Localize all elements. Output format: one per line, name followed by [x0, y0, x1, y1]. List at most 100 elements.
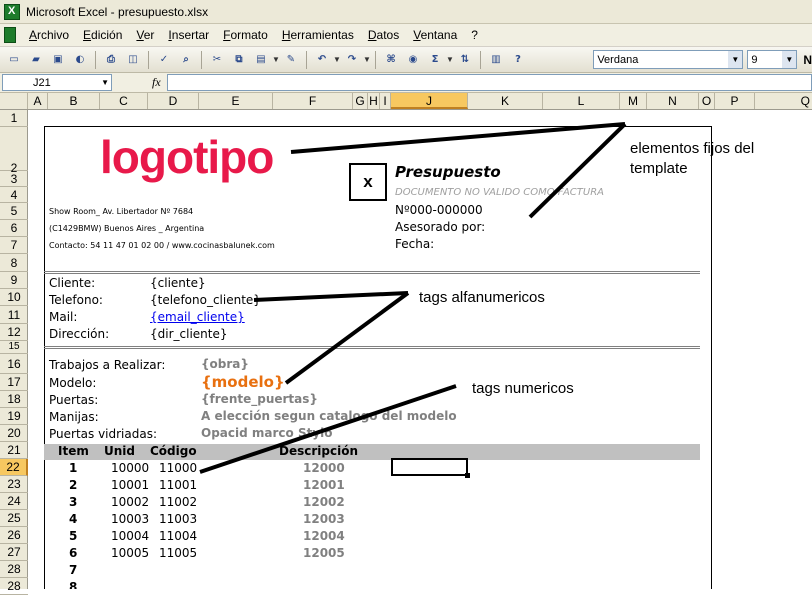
menu-datos[interactable]: Datos [361, 28, 406, 42]
row-header[interactable]: 4 [0, 187, 28, 203]
font-size-value: 9 [751, 53, 758, 66]
column-header[interactable]: C [100, 93, 148, 109]
row-headers: 1 2 3 4 5 6 7 8 9 10 11 12 15 16 17 18 1… [0, 110, 28, 595]
row-header[interactable]: 18 [0, 391, 28, 408]
column-header[interactable]: E [199, 93, 273, 109]
toolbar-separator [480, 50, 481, 69]
row-header[interactable]: 2 [0, 127, 28, 175]
globe-icon[interactable]: ◉ [404, 51, 422, 69]
menu-herramientas[interactable]: Herramientas [275, 28, 361, 42]
menu-ayuda[interactable]: ? [464, 28, 485, 42]
font-size-select[interactable]: 9 ▼ [747, 50, 798, 69]
print-preview-icon[interactable]: ◫ [124, 51, 142, 69]
column-header[interactable]: Q [755, 93, 812, 109]
paste-icon[interactable]: ▤ [252, 51, 270, 69]
row-header[interactable]: 3 [0, 171, 28, 187]
arrow-line [528, 122, 627, 219]
row-header[interactable]: 26 [0, 527, 28, 544]
row-header[interactable]: 5 [0, 203, 28, 220]
row-header[interactable]: 11 [0, 306, 28, 324]
redo-dropdown-icon[interactable]: ▼ [363, 55, 371, 64]
column-header[interactable]: D [148, 93, 199, 109]
row-header[interactable]: 12 [0, 324, 28, 341]
print-icon[interactable]: ⎙ [102, 51, 120, 69]
row-header[interactable]: 17 [0, 374, 28, 391]
row-header[interactable]: 7 [0, 237, 28, 254]
column-header[interactable]: I [380, 93, 391, 109]
menu-archivo[interactable]: Archivo [22, 28, 76, 42]
autosum-icon[interactable]: Σ [426, 51, 444, 69]
chevron-down-icon[interactable]: ▼ [782, 51, 797, 68]
standard-toolbar: ▭ ▰ ▣ ◐ ⎙ ◫ ✓ ⌕ ✂ ⧉ ▤ ▼ ✎ ↶ ▼ ↷ ▼ ⌘ ◉ Σ … [0, 47, 812, 73]
row-header[interactable]: 1 [0, 110, 28, 127]
formula-input[interactable] [166, 74, 812, 91]
menu-formato[interactable]: Formato [216, 28, 275, 42]
spelling-icon[interactable]: ✓ [155, 51, 173, 69]
column-header-selected[interactable]: J [391, 93, 468, 109]
autosum-dropdown-icon[interactable]: ▼ [446, 55, 454, 64]
chevron-down-icon[interactable]: ▼ [101, 78, 109, 87]
row-header[interactable]: 28 [0, 578, 28, 595]
name-box-value: J21 [33, 76, 51, 89]
arrow-line [290, 122, 626, 154]
menu-edicion[interactable]: Edición [76, 28, 129, 42]
excel-app-icon [4, 3, 20, 20]
font-name-select[interactable]: Verdana ▼ [593, 50, 744, 69]
row-header[interactable]: 6 [0, 220, 28, 237]
row-header[interactable]: 10 [0, 289, 28, 306]
column-header[interactable]: K [468, 93, 543, 109]
column-header[interactable]: N [647, 93, 699, 109]
save-icon[interactable]: ▣ [49, 51, 67, 69]
column-header[interactable]: A [28, 93, 48, 109]
toolbar-separator [95, 50, 96, 69]
row-header[interactable]: 27 [0, 544, 28, 561]
chart-wizard-icon[interactable]: ▥ [487, 51, 505, 69]
row-header[interactable]: 19 [0, 408, 28, 425]
cut-icon[interactable]: ✂ [208, 51, 226, 69]
column-header[interactable]: M [620, 93, 647, 109]
row-header[interactable]: 21 [0, 442, 28, 459]
chevron-down-icon[interactable]: ▼ [728, 51, 743, 68]
redo-icon[interactable]: ↷ [343, 51, 361, 69]
column-header[interactable]: H [368, 93, 380, 109]
permission-icon[interactable]: ◐ [71, 51, 89, 69]
column-header[interactable]: O [699, 93, 715, 109]
new-file-icon[interactable]: ▭ [5, 51, 23, 69]
toolbar-separator [201, 50, 202, 69]
menu-insertar[interactable]: Insertar [161, 28, 216, 42]
row-header[interactable]: 28 [0, 561, 28, 578]
bold-button[interactable]: N [803, 53, 812, 67]
insert-function-icon[interactable]: fx [152, 75, 161, 90]
undo-dropdown-icon[interactable]: ▼ [333, 55, 341, 64]
menu-ventana[interactable]: Ventana [406, 28, 464, 42]
row-header[interactable]: 9 [0, 272, 28, 289]
paste-dropdown-icon[interactable]: ▼ [272, 55, 280, 64]
open-folder-icon[interactable]: ▰ [27, 51, 45, 69]
row-header[interactable]: 15 [0, 341, 28, 354]
help-icon[interactable]: ? [509, 51, 527, 69]
column-header[interactable]: P [715, 93, 755, 109]
undo-icon[interactable]: ↶ [313, 51, 331, 69]
hyperlink-icon[interactable]: ⌘ [382, 51, 400, 69]
sort-ascending-icon[interactable]: ⇅ [456, 51, 474, 69]
column-header[interactable]: F [273, 93, 353, 109]
column-header[interactable]: G [353, 93, 368, 109]
column-header[interactable]: L [543, 93, 620, 109]
row-header[interactable]: 25 [0, 510, 28, 527]
worksheet-grid[interactable]: logotipo x Presupuesto DOCUMENTO NO VALI… [28, 110, 812, 589]
select-all-corner[interactable] [0, 93, 28, 109]
format-painter-icon[interactable]: ✎ [282, 51, 300, 69]
row-header[interactable]: 24 [0, 493, 28, 510]
name-box[interactable]: J21 ▼ [2, 74, 112, 91]
row-header[interactable]: 23 [0, 476, 28, 493]
copy-icon[interactable]: ⧉ [230, 51, 248, 69]
row-header[interactable]: 20 [0, 425, 28, 442]
column-headers: A B C D E F G H I J K L M N O P Q [0, 93, 812, 110]
row-header[interactable]: 8 [0, 254, 28, 272]
research-icon[interactable]: ⌕ [177, 51, 195, 69]
toolbar-separator [306, 50, 307, 69]
menu-ver[interactable]: Ver [129, 28, 161, 42]
column-header[interactable]: B [48, 93, 100, 109]
row-header-selected[interactable]: 22 [0, 459, 28, 476]
row-header[interactable]: 16 [0, 354, 28, 374]
